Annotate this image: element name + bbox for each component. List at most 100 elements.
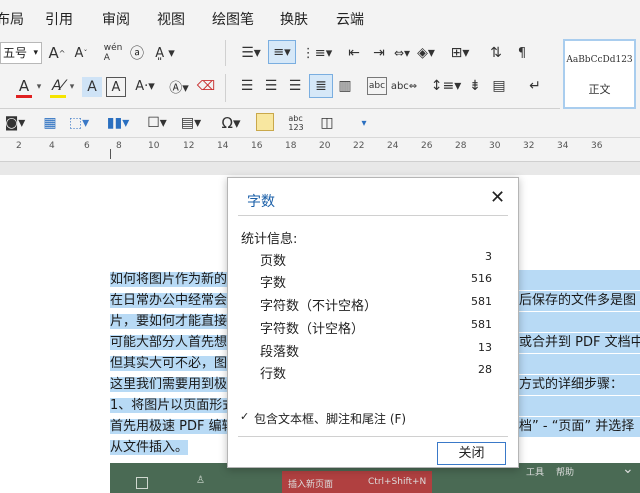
- doc-line[interactable]: 在日常办公中经常会: [110, 291, 228, 311]
- ruler-number: 4: [49, 141, 55, 151]
- page-layout-icon[interactable]: ▤▾: [178, 113, 204, 133]
- screenshot-icon[interactable]: ◙▾: [2, 113, 28, 133]
- char-spacing-icon[interactable]: A͈ ▾: [152, 43, 178, 63]
- stat-label: 字数: [260, 276, 287, 291]
- doc-line[interactable]: 1、将图片以页面形式: [110, 396, 236, 416]
- note-icon[interactable]: [256, 113, 274, 131]
- text-direction-icon[interactable]: abc⇔: [391, 76, 417, 96]
- doc-line[interactable]: 片，要如何才能直接: [110, 312, 228, 332]
- shapes-icon[interactable]: ⬚▾: [66, 113, 92, 133]
- chart-icon[interactable]: ▮▮▾: [104, 113, 132, 133]
- person-icon: ♙: [196, 475, 205, 486]
- tab-skin[interactable]: 换肤: [280, 9, 308, 29]
- tab-layout[interactable]: 布局: [0, 9, 24, 29]
- stat-row-words: 字数 516: [260, 272, 492, 292]
- ruler-number: 10: [148, 141, 160, 151]
- doc-line[interactable]: 可能大部分人首先想: [110, 333, 228, 353]
- ruler-number: 2: [16, 141, 22, 151]
- tab-draw[interactable]: 绘图笔: [212, 9, 254, 29]
- emphasis-mark-icon[interactable]: A·▾: [133, 76, 157, 96]
- align-right-icon[interactable]: ☰: [286, 77, 304, 95]
- line-break-icon[interactable]: ↵: [526, 77, 544, 95]
- borders-icon[interactable]: ⊞▾: [446, 43, 474, 63]
- menu-bar: 布局 引用 审阅 视图 绘图笔 换肤 云端: [0, 0, 640, 34]
- ruler[interactable]: 2 4 6 8 10 12 14 16 18 20 22 24 26 28 30…: [0, 138, 640, 162]
- bullet-list-icon[interactable]: ☰▾: [236, 43, 266, 63]
- stats-heading: 统计信息:: [241, 232, 298, 247]
- doc-line-continuation: [519, 354, 640, 374]
- font-color-icon[interactable]: A: [14, 76, 34, 96]
- doc-line[interactable]: 这里我们需要用到极: [110, 375, 228, 395]
- paragraph-spacing-icon[interactable]: ⇟: [466, 77, 484, 95]
- tab-view[interactable]: 视图: [157, 9, 185, 29]
- tab-references[interactable]: 引用: [45, 9, 73, 29]
- chinese-layout-icon[interactable]: ⇔▾: [392, 43, 412, 63]
- doc-line-continuation: 或合并到 PDF 文档中，: [519, 333, 640, 353]
- ruler-number: 32: [523, 141, 535, 151]
- more-icon[interactable]: ▾: [356, 113, 372, 133]
- char-shading-icon[interactable]: A: [82, 77, 102, 97]
- checkbox-shortcut: (F): [389, 412, 407, 426]
- enclose-char-icon[interactable]: ⓐ: [127, 43, 147, 63]
- align-center-icon[interactable]: ☰: [262, 77, 280, 95]
- indent-marker[interactable]: [110, 149, 111, 159]
- picture-icon[interactable]: ▦: [40, 113, 60, 133]
- font-color-bar: [16, 95, 32, 98]
- shrink-font-icon[interactable]: Aˇ: [71, 43, 91, 63]
- chevron-down-icon[interactable]: ▾: [68, 80, 76, 94]
- stat-value: 28: [478, 363, 492, 376]
- doc-line[interactable]: 如何将图片作为新的: [110, 270, 228, 290]
- table-style-icon[interactable]: ▤: [490, 77, 508, 95]
- justify-icon[interactable]: ≣: [309, 74, 333, 98]
- doc-line-continuation: [519, 270, 640, 290]
- text-box-icon[interactable]: ☐▾: [146, 113, 168, 133]
- stat-label: 字符数（计空格）: [260, 322, 365, 337]
- close-button[interactable]: 关闭: [437, 442, 506, 465]
- phonetic-guide-icon[interactable]: wén A: [104, 42, 123, 64]
- strip-item: Ctrl+Shift+N: [368, 477, 427, 487]
- increase-indent-icon[interactable]: ⇥: [369, 43, 389, 63]
- numbered-list-icon[interactable]: ≡▾: [268, 40, 296, 64]
- tab-review[interactable]: 审阅: [102, 9, 130, 29]
- checkbox-checked-icon[interactable]: ✓: [240, 411, 251, 423]
- symbol-icon[interactable]: Ω▾: [216, 112, 246, 134]
- stat-row-pages: 页数 3: [260, 250, 492, 270]
- stat-row-chars-with-spaces: 字符数（计空格） 581: [260, 318, 492, 338]
- highlight-icon[interactable]: A⁄: [48, 76, 68, 96]
- doc-line[interactable]: 但其实大可不必，图: [110, 354, 228, 374]
- ribbon-separator: [225, 74, 226, 102]
- grow-font-icon[interactable]: A ^: [47, 43, 67, 63]
- doc-line[interactable]: 从文件插入。: [110, 438, 189, 458]
- clear-format-icon[interactable]: ⌫: [196, 76, 216, 96]
- style-normal[interactable]: AaBbCcDd123 正文: [563, 39, 636, 109]
- doc-line[interactable]: 首先用极速 PDF 编辑: [110, 417, 235, 437]
- strip-item: 工具: [526, 468, 545, 478]
- distribute-icon[interactable]: ▥: [336, 77, 354, 95]
- show-marks-icon[interactable]: ¶: [512, 43, 532, 63]
- shading-icon[interactable]: ◈▾: [412, 43, 440, 63]
- chevron-down-icon[interactable]: ▾: [35, 80, 43, 94]
- stat-label: 字符数（不计空格）: [260, 299, 378, 314]
- multilevel-list-icon[interactable]: ⋮≡▾: [302, 43, 332, 63]
- stat-value: 3: [485, 250, 492, 263]
- dialog-divider: [238, 215, 508, 216]
- tab-cloud[interactable]: 云端: [336, 9, 364, 29]
- media-icon[interactable]: ◫: [317, 113, 337, 133]
- ruler-number: 18: [285, 141, 297, 151]
- char-border-icon[interactable]: A: [106, 77, 126, 97]
- stat-value: 516: [471, 272, 492, 285]
- sort-icon[interactable]: ⇅: [486, 43, 506, 63]
- ruler-number: 12: [183, 141, 195, 151]
- line-spacing-icon[interactable]: ↕≡▾: [431, 76, 462, 96]
- doc-line-continuation: 档” - “页面” 并选择: [519, 417, 640, 437]
- word-art-icon[interactable]: abc 123: [286, 112, 306, 134]
- close-icon[interactable]: ✕: [490, 187, 505, 208]
- doc-line-continuation: 方式的详细步骤：: [519, 375, 640, 395]
- decrease-indent-icon[interactable]: ⇤: [344, 43, 364, 63]
- char-layout-icon[interactable]: abc: [367, 77, 387, 95]
- ribbon-row-separator: [0, 108, 560, 109]
- font-size-select[interactable]: 五号 ▾: [0, 42, 42, 64]
- align-left-icon[interactable]: ☰: [238, 77, 256, 95]
- text-effect-icon[interactable]: Ⓐ▾: [166, 76, 192, 96]
- style-sample-text: AaBbCcDd123: [566, 55, 633, 65]
